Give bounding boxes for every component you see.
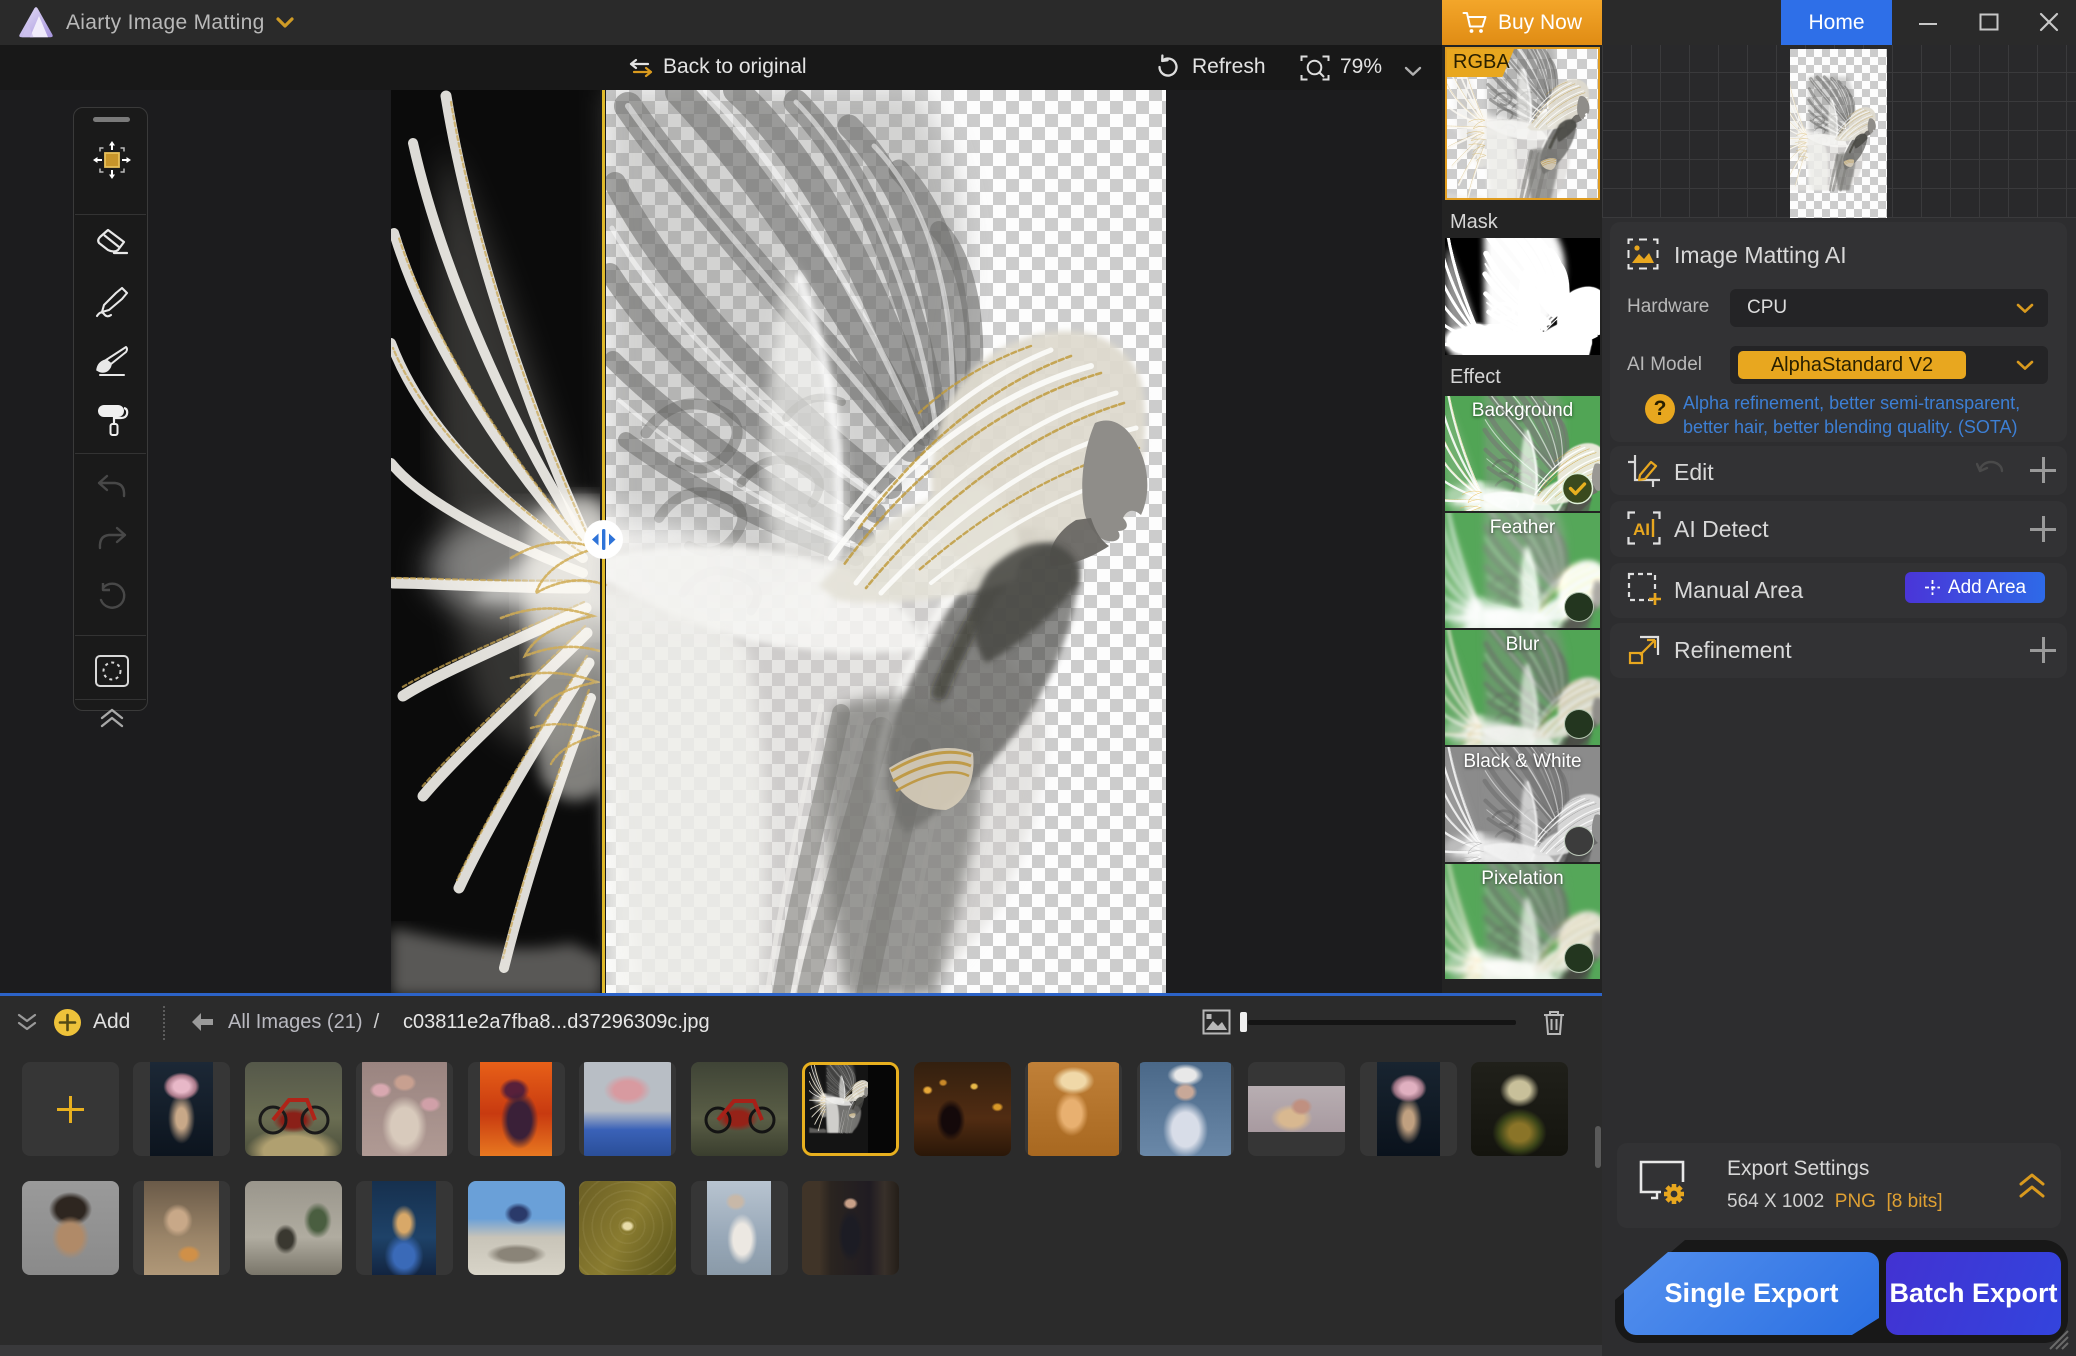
svg-text:AI: AI (1633, 520, 1650, 539)
